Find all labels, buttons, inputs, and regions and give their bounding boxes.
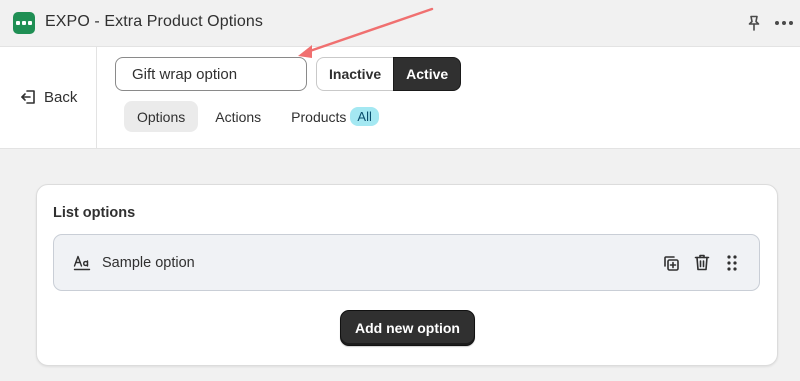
list-options-card: List options Sample option Add new optio… bbox=[36, 184, 778, 366]
tab-actions-label: Actions bbox=[215, 108, 262, 125]
tab-products-label: Products bbox=[291, 108, 347, 125]
page-header: Back Inactive Active Options Actions Pro… bbox=[0, 46, 800, 149]
list-item[interactable]: Sample option bbox=[53, 234, 760, 291]
products-badge: All bbox=[350, 107, 379, 126]
tab-options[interactable]: Options bbox=[124, 101, 199, 132]
tab-bar: Options Actions Products All bbox=[124, 101, 385, 132]
text-format-icon bbox=[73, 255, 91, 271]
exit-back-icon bbox=[21, 90, 35, 104]
option-label: Sample option bbox=[102, 255, 195, 271]
add-new-option-button[interactable]: Add new option bbox=[340, 310, 475, 346]
pin-icon[interactable] bbox=[745, 14, 763, 32]
status-active-button[interactable]: Active bbox=[393, 57, 462, 91]
card-title: List options bbox=[53, 205, 136, 221]
tab-actions[interactable]: Actions bbox=[202, 101, 274, 132]
tab-products[interactable]: Products All bbox=[278, 101, 385, 132]
status-toggle-group: Inactive Active bbox=[316, 57, 462, 91]
duplicate-icon[interactable] bbox=[662, 254, 680, 272]
drag-handle-icon[interactable] bbox=[726, 255, 738, 271]
status-inactive-button[interactable]: Inactive bbox=[316, 57, 394, 91]
app-logo-icon bbox=[13, 12, 35, 34]
back-button[interactable]: Back bbox=[20, 88, 77, 106]
trash-icon[interactable] bbox=[693, 253, 711, 272]
back-label: Back bbox=[44, 88, 78, 106]
header-divider bbox=[96, 47, 97, 149]
more-horizontal-icon[interactable] bbox=[775, 21, 793, 25]
option-name-input[interactable] bbox=[115, 57, 307, 91]
tab-options-label: Options bbox=[137, 108, 186, 125]
app-title: EXPO - Extra Product Options bbox=[45, 13, 263, 30]
app-titlebar: EXPO - Extra Product Options bbox=[0, 0, 800, 46]
